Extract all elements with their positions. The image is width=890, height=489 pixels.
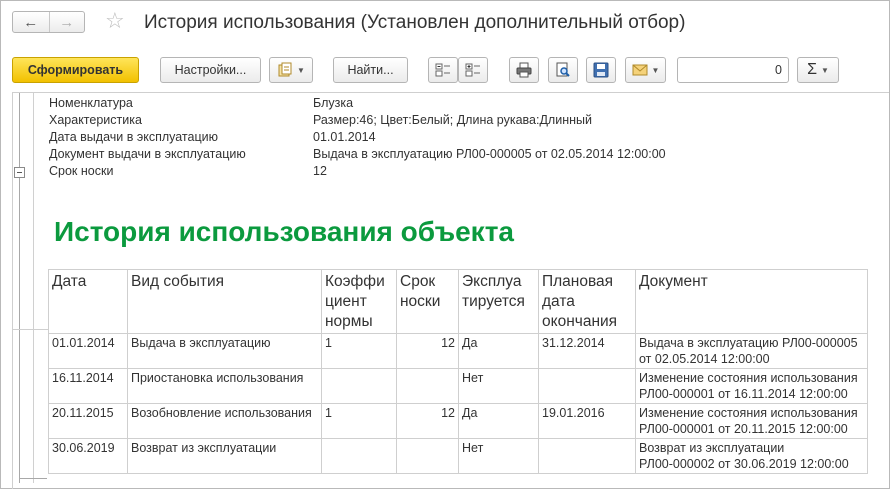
param-value[interactable]: Блузка <box>313 96 353 110</box>
cell-planned-end: 19.01.2016 <box>538 403 636 439</box>
param-row-nomenclature: Номенклатура Блузка <box>49 96 353 112</box>
settings-button[interactable]: Настройки... <box>160 57 261 83</box>
column-header-planned-end: Плановая дата окончания <box>538 269 636 334</box>
column-header-document: Документ <box>635 269 868 334</box>
cell-in-use: Да <box>458 333 539 369</box>
save-button[interactable] <box>586 57 616 83</box>
print-preview-button[interactable] <box>548 57 578 83</box>
cell-wear-period: 12 <box>396 403 459 439</box>
group-gutter-line-secondary <box>33 93 34 483</box>
printer-icon <box>516 62 532 78</box>
table-row: 20.11.2015 Возобновление использования 1… <box>48 403 868 439</box>
cell-document[interactable]: Изменение состояния использования РЛ00-0… <box>635 403 868 439</box>
sigma-icon: Σ <box>807 61 817 78</box>
sum-dropdown-button[interactable]: Σ ▼ <box>797 57 839 83</box>
param-value[interactable]: Выдача в эксплуатацию РЛ00-000005 от 02.… <box>313 147 666 161</box>
cell-in-use: Нет <box>458 368 539 404</box>
cell-planned-end <box>538 368 636 404</box>
table-row: 30.06.2019 Возврат из эксплуатации Нет В… <box>48 438 868 474</box>
cell-in-use: Нет <box>458 438 539 474</box>
cell-coefficient <box>321 368 397 404</box>
param-label: Номенклатура <box>49 96 133 110</box>
collapse-groups-button[interactable] <box>428 57 458 83</box>
report-heading: История использования объекта <box>54 216 514 247</box>
collapse-groups-icon <box>435 63 450 77</box>
table-header-row: Дата Вид события Коэффи циент нормы Срок… <box>48 269 868 334</box>
column-header-wear-period: Срок носки <box>396 269 459 334</box>
param-value: 12 <box>313 164 327 178</box>
param-label: Характеристика <box>49 113 142 127</box>
column-header-date: Дата <box>48 269 128 334</box>
cell-document[interactable]: Возврат из эксплуатации РЛ00-000002 от 3… <box>635 438 868 474</box>
send-email-button[interactable]: ▼ <box>625 57 666 83</box>
floppy-disk-icon <box>593 62 609 78</box>
cell-in-use: Да <box>458 403 539 439</box>
favorite-star-icon[interactable]: ☆ <box>105 10 125 32</box>
cell-date: 30.06.2019 <box>48 438 128 474</box>
param-row-wear-period: Срок носки 12 <box>49 164 327 180</box>
print-button[interactable] <box>509 57 539 83</box>
column-header-in-use: Эксплуа тируется <box>458 269 539 334</box>
cell-coefficient: 1 <box>321 403 397 439</box>
history-table: Дата Вид события Коэффи циент нормы Срок… <box>48 269 868 474</box>
cell-event: Приостановка использования <box>127 368 322 404</box>
title-bar: ← → ☆ История использования (Установлен … <box>1 1 889 45</box>
window-title: История использования (Установлен дополн… <box>144 12 686 33</box>
back-button[interactable]: ← <box>13 12 49 32</box>
sum-value-field[interactable]: 0 <box>677 57 789 83</box>
collapse-group-toggle[interactable] <box>14 167 25 178</box>
cell-coefficient <box>321 438 397 474</box>
table-row: 16.11.2014 Приостановка использования Не… <box>48 368 868 404</box>
cell-wear-period <box>396 368 459 404</box>
report-variant-icon <box>278 62 292 77</box>
group-end-marker <box>19 478 47 479</box>
param-row-characteristic: Характеристика Размер:46; Цвет:Белый; Дл… <box>49 113 592 129</box>
group-gutter-line <box>19 93 20 483</box>
envelope-icon <box>632 64 648 76</box>
forward-button[interactable]: → <box>48 12 85 32</box>
cell-date: 20.11.2015 <box>48 403 128 439</box>
param-label: Документ выдачи в эксплуатацию <box>49 147 246 161</box>
expand-groups-button[interactable] <box>458 57 488 83</box>
param-label: Дата выдачи в эксплуатацию <box>49 130 218 144</box>
param-value: 01.01.2014 <box>313 130 376 144</box>
cell-date: 16.11.2014 <box>48 368 128 404</box>
chevron-down-icon: ▼ <box>820 65 829 75</box>
group-separator <box>13 329 49 330</box>
cell-document[interactable]: Выдача в эксплуатацию РЛ00-000005 от 02.… <box>635 333 868 369</box>
expand-groups-icon <box>465 63 480 77</box>
param-value[interactable]: Размер:46; Цвет:Белый; Длина рукава:Длин… <box>313 113 592 127</box>
cell-planned-end: 31.12.2014 <box>538 333 636 369</box>
cell-date: 01.01.2014 <box>48 333 128 369</box>
cell-planned-end <box>538 438 636 474</box>
cell-document[interactable]: Изменение состояния использования РЛ00-0… <box>635 368 868 404</box>
param-row-issue-document: Документ выдачи в эксплуатацию Выдача в … <box>49 147 666 163</box>
chevron-down-icon: ▼ <box>297 65 305 75</box>
cell-wear-period <box>396 438 459 474</box>
cell-event: Выдача в эксплуатацию <box>127 333 322 369</box>
cell-event: Возобновление использования <box>127 403 322 439</box>
param-label: Срок носки <box>49 164 114 178</box>
report-area[interactable]: Номенклатура Блузка Характеристика Разме… <box>12 92 889 489</box>
toolbar: Сформировать Настройки... ▼ Найти... ▼ 0… <box>1 57 889 83</box>
arrow-left-icon: ← <box>23 13 39 31</box>
cell-coefficient: 1 <box>321 333 397 369</box>
variants-dropdown-button[interactable]: ▼ <box>269 57 313 83</box>
cell-event: Возврат из эксплуатации <box>127 438 322 474</box>
arrow-right-icon: → <box>59 13 75 31</box>
find-button[interactable]: Найти... <box>333 57 408 83</box>
generate-button[interactable]: Сформировать <box>12 57 139 83</box>
column-header-event: Вид события <box>127 269 322 334</box>
cell-wear-period: 12 <box>396 333 459 369</box>
table-row: 01.01.2014 Выдача в эксплуатацию 1 12 Да… <box>48 333 868 369</box>
param-row-issue-date: Дата выдачи в эксплуатацию 01.01.2014 <box>49 130 376 146</box>
report-window: ← → ☆ История использования (Установлен … <box>0 0 890 489</box>
column-header-coefficient: Коэффи циент нормы <box>321 269 397 334</box>
print-preview-icon <box>556 62 570 77</box>
navigation-group: ← → <box>12 11 85 33</box>
chevron-down-icon: ▼ <box>651 65 660 75</box>
